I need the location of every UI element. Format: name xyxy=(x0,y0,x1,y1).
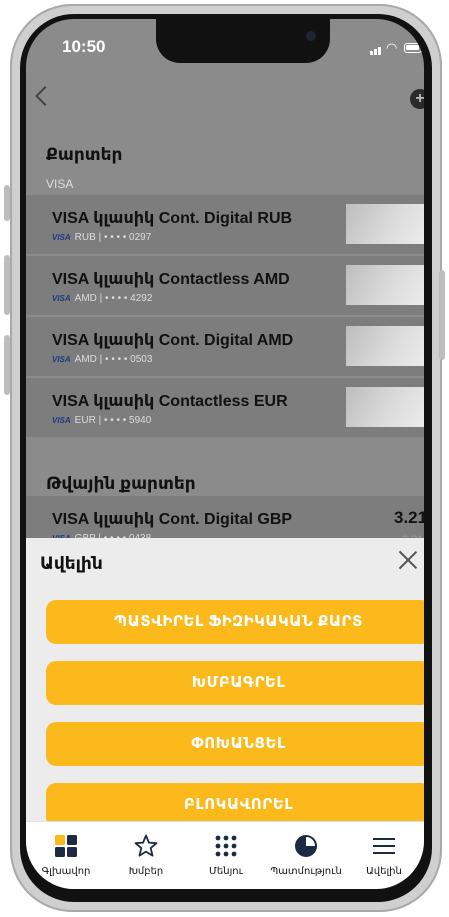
tab-more[interactable]: Ավելին xyxy=(344,822,424,889)
card-thumbnail xyxy=(346,265,424,305)
visa-logo-icon: VISA xyxy=(52,416,71,425)
tab-label: Գլխավոր xyxy=(41,866,91,877)
card-balance: 3.21 xyxy=(394,508,424,527)
side-button xyxy=(4,255,10,315)
card-meta: VISA AMD | • • • • 0503 xyxy=(52,354,153,365)
transfer-button[interactable]: ՓՈԽԱՆՑԵԼ xyxy=(46,722,424,766)
card-list-item[interactable]: VISA կլասիկ Contactless AMD VISA AMD | • … xyxy=(26,256,424,315)
card-meta: VISA RUB | • • • • 0297 xyxy=(52,232,152,243)
tab-label: Մենյու xyxy=(209,866,243,877)
app-screen: 10:50 ◠ + Քարտեր VISA VISA կլասիկ Cont. … xyxy=(26,19,424,889)
camera-icon xyxy=(306,31,316,41)
card-list-item[interactable]: VISA կլասիկ Contactless EUR VISA EUR | • … xyxy=(26,378,424,437)
card-name: VISA կլասիկ Contactless AMD xyxy=(52,271,290,288)
star-icon xyxy=(134,834,158,857)
card-thumbnail xyxy=(346,204,424,244)
back-chevron-icon[interactable] xyxy=(35,86,55,106)
menu-lines-icon xyxy=(373,838,395,854)
visa-logo-icon: VISA xyxy=(52,355,71,364)
side-button xyxy=(4,335,10,395)
card-list-item[interactable]: VISA կլասիկ Cont. Digital RUB VISA RUB | … xyxy=(26,195,424,254)
more-actions-sheet: Ավելին ՊԱՏՎԻՐԵԼ ՖԻԶԻԿԱԿԱՆ ՔԱՐՏ ԽՄԲԱԳՐԵԼ … xyxy=(26,538,424,837)
status-bar: 10:50 ◠ xyxy=(26,19,424,71)
signal-icon xyxy=(370,47,381,55)
card-name: VISA կլասիկ Cont. Digital GBP xyxy=(52,511,293,528)
add-card-button[interactable]: + xyxy=(410,89,424,109)
order-physical-card-button[interactable]: ՊԱՏՎԻՐԵԼ ՖԻԶԻԿԱԿԱՆ ՔԱՐՏ xyxy=(46,600,424,644)
tab-bar: Գլխավոր Խմբեր Մենյու Պատմություն Ավելին xyxy=(26,821,424,889)
virtual-cards-title: Թվային քարտեր xyxy=(46,474,196,493)
cards-section-title: Քարտեր xyxy=(46,145,123,164)
edit-button[interactable]: ԽՄԲԱԳՐԵԼ xyxy=(46,661,424,705)
side-button xyxy=(4,185,10,221)
tab-home[interactable]: Գլխավոր xyxy=(26,822,106,889)
close-icon[interactable] xyxy=(398,550,418,570)
card-thumbnail xyxy=(346,387,424,427)
sheet-title: Ավելին xyxy=(40,554,103,573)
card-meta: VISA EUR | • • • • 5940 xyxy=(52,415,152,426)
side-button xyxy=(439,270,445,360)
notch xyxy=(156,19,330,63)
visa-logo-icon: VISA xyxy=(52,294,71,303)
home-grid-icon xyxy=(55,835,77,857)
status-time: 10:50 xyxy=(62,37,106,56)
battery-icon xyxy=(404,43,422,53)
tab-label: Խմբեր xyxy=(128,866,164,877)
card-thumbnail xyxy=(346,326,424,366)
card-name: VISA կլասիկ Cont. Digital AMD xyxy=(52,332,294,349)
tab-label: Ավելին xyxy=(366,866,402,877)
tab-groups[interactable]: Խմբեր xyxy=(106,822,186,889)
dots-grid-icon xyxy=(215,835,237,857)
wifi-icon: ◠ xyxy=(386,40,398,55)
card-list-item[interactable]: VISA կլասիկ Cont. Digital AMD VISA AMD | … xyxy=(26,317,424,376)
card-name: VISA կլասիկ Cont. Digital RUB xyxy=(52,210,293,227)
tab-menu[interactable]: Մենյու xyxy=(186,822,266,889)
card-meta: VISA AMD | • • • • 4292 xyxy=(52,293,153,304)
history-pie-icon xyxy=(295,835,317,857)
card-name: VISA կլասիկ Contactless EUR xyxy=(52,393,288,410)
visa-subheading: VISA xyxy=(46,177,74,191)
visa-logo-icon: VISA xyxy=(52,233,71,242)
tab-history[interactable]: Պատմություն xyxy=(266,822,346,889)
tab-label: Պատմություն xyxy=(270,866,342,877)
